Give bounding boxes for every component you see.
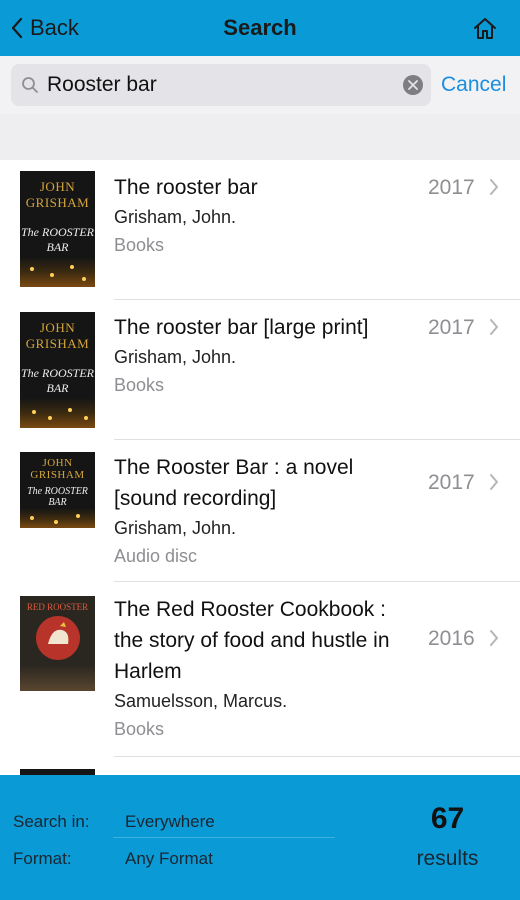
search-in-value[interactable]: Everywhere: [125, 812, 215, 832]
item-year: 2017: [428, 176, 475, 199]
item-author: Samuelsson, Marcus.: [114, 691, 288, 711]
item-author: Grisham, John.: [114, 518, 237, 538]
cover-title: The ROOSTER BAR: [21, 225, 94, 254]
item-format: Books: [114, 375, 165, 395]
nav-bar: Back Search: [0, 0, 520, 56]
item-year: 2017: [428, 471, 475, 494]
book-cover: RED ROOSTER: [20, 596, 95, 691]
item-author: Grisham, John.: [114, 347, 237, 367]
chevron-right-icon: [490, 474, 498, 490]
list-item[interactable]: JOHN GRISHAM The ROOSTER BAR The rooster…: [0, 160, 520, 300]
book-cover: JOHN GRISHAM The ROOSTER BAR: [20, 312, 95, 428]
cover-title: The ROOSTER BAR: [27, 486, 88, 508]
book-cover: JOHN GRISHAM The ROOSTER BAR: [20, 452, 95, 528]
item-title: The rooster bar [large print]: [114, 316, 369, 339]
cancel-button[interactable]: Cancel: [441, 56, 506, 114]
list-item[interactable]: [0, 757, 520, 775]
item-year: 2017: [428, 316, 475, 339]
page-title: Search: [223, 15, 297, 40]
cover-author: JOHN GRISHAM: [25, 320, 90, 351]
chevron-right-icon: [490, 319, 498, 335]
results-label: results: [416, 847, 479, 870]
filter-footer: Search in: Everywhere Format: Any Format…: [0, 775, 520, 900]
list-item[interactable]: JOHN GRISHAM The ROOSTER BAR The Rooster…: [0, 440, 520, 582]
results-list: JOHN GRISHAM The ROOSTER BAR The rooster…: [0, 160, 520, 775]
item-title: The rooster bar: [114, 176, 258, 199]
clear-icon[interactable]: [403, 75, 423, 95]
search-icon: [22, 77, 38, 93]
item-format: Books: [114, 235, 165, 255]
item-title: The Rooster Bar : a novel [sound recordi…: [114, 456, 354, 510]
spacer: [0, 114, 520, 160]
format-value[interactable]: Any Format: [125, 849, 213, 869]
result-count: 67: [430, 802, 465, 835]
cover-title: RED ROOSTER: [26, 602, 89, 612]
chevron-right-icon: [490, 630, 498, 646]
book-cover: JOHN GRISHAM The ROOSTER BAR: [20, 171, 95, 287]
item-year: 2016: [428, 627, 475, 650]
item-author: Grisham, John.: [114, 207, 237, 227]
list-item[interactable]: RED ROOSTER The Red Rooster Cookbook : t…: [0, 582, 520, 757]
list-item[interactable]: JOHN GRISHAM The ROOSTER BAR The rooster…: [0, 300, 520, 440]
search-query: Rooster bar: [47, 73, 157, 96]
search-input[interactable]: Rooster bar: [11, 64, 431, 106]
cover-author: JOHN GRISHAM: [25, 179, 90, 210]
cover-title: The ROOSTER BAR: [21, 366, 94, 395]
cover-author: JOHN GRISHAM: [30, 457, 85, 481]
item-format: Books: [114, 719, 165, 739]
home-icon[interactable]: [472, 15, 498, 41]
item-title: The Red Rooster Cookbook : the story of …: [114, 598, 390, 683]
format-label: Format:: [13, 849, 72, 868]
rooster-illustration: [36, 616, 80, 660]
chevron-right-icon: [490, 179, 498, 195]
item-format: Audio disc: [114, 546, 198, 566]
search-in-label: Search in:: [13, 812, 90, 831]
